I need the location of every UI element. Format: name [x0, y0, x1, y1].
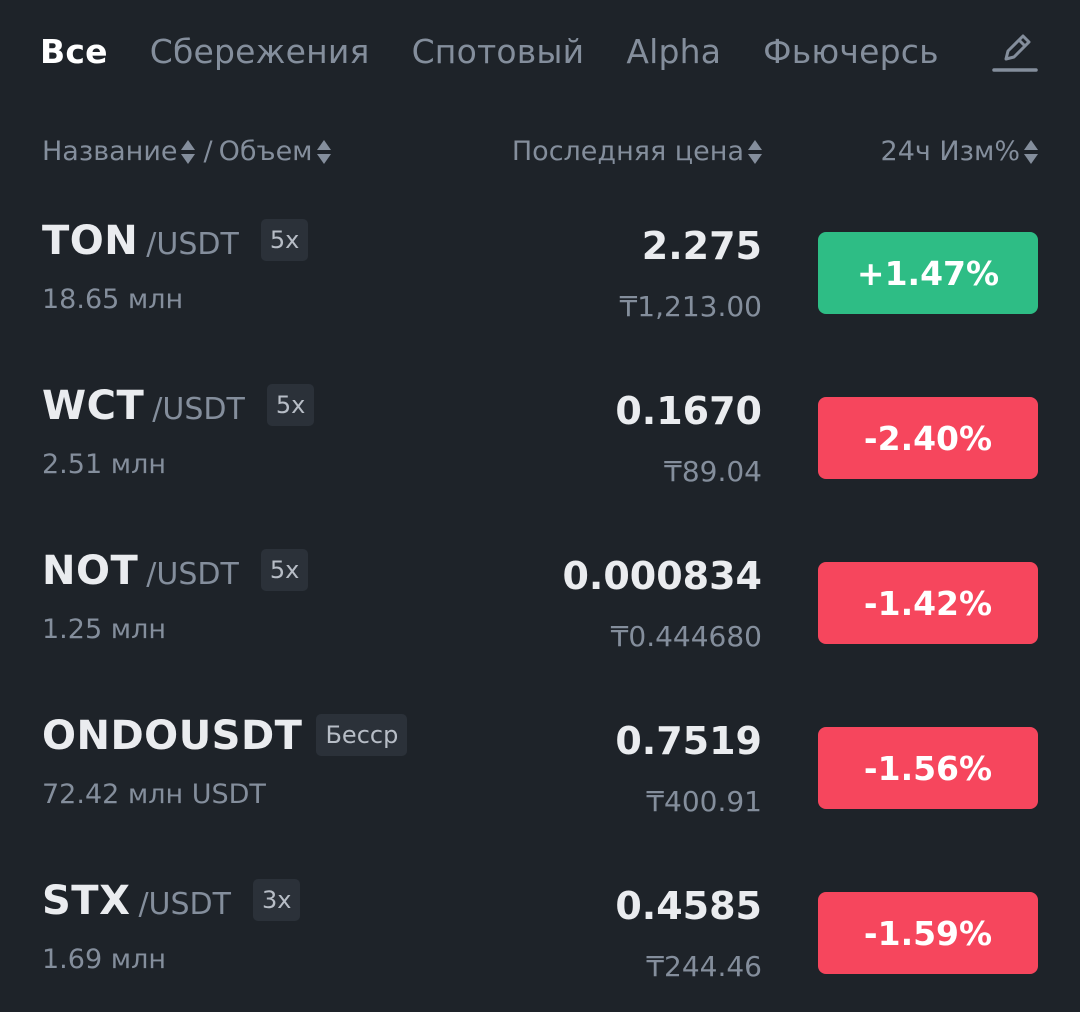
quote-asset: /USDT: [138, 887, 231, 922]
sort-arrows-icon[interactable]: [181, 139, 196, 165]
change-badge[interactable]: -1.42%: [818, 562, 1038, 644]
leverage-badge: 5x: [260, 549, 309, 591]
last-price: 2.275: [641, 224, 762, 268]
change-badge[interactable]: -1.59%: [818, 892, 1038, 974]
tab-spot[interactable]: Спотовый: [412, 32, 585, 71]
last-price: 0.1670: [615, 389, 762, 433]
last-price: 0.000834: [562, 554, 762, 598]
base-asset: WCT: [42, 383, 145, 429]
header-volume-label[interactable]: Объем: [219, 136, 313, 167]
list-header: Название / Объем Последняя цена 24ч Изм%: [42, 132, 1038, 176]
volume-value: 18.65 млн: [42, 284, 184, 315]
header-last-price-label[interactable]: Последняя цена: [512, 136, 744, 167]
market-row-ton[interactable]: TON /USDT 5x 18.65 млн 2.275 ₸1,213.00 +…: [42, 200, 1038, 350]
fiat-price: ₸1,213.00: [619, 290, 762, 323]
volume-value: 1.69 млн: [42, 944, 166, 975]
pair-symbol: STX /USDT 3x: [42, 878, 301, 927]
tab-all[interactable]: Все: [40, 32, 108, 71]
market-tabs: Все Сбережения Спотовый Alpha Фьючерсь: [40, 22, 1040, 80]
last-price: 0.4585: [615, 884, 762, 928]
fiat-price: ₸244.46: [646, 950, 762, 983]
perpetual-badge: Бесср: [316, 714, 408, 756]
pencil-edit-icon[interactable]: [990, 26, 1040, 76]
pair-symbol: ONDOUSDT Бесср: [42, 713, 408, 762]
base-asset: STX: [42, 878, 131, 924]
market-row-not[interactable]: NOT /USDT 5x 1.25 млн 0.000834 ₸0.444680…: [42, 530, 1038, 680]
change-badge[interactable]: -2.40%: [818, 397, 1038, 479]
tab-savings[interactable]: Сбережения: [150, 32, 370, 71]
fiat-price: ₸400.91: [646, 785, 762, 818]
header-separator: /: [203, 136, 213, 167]
base-asset: NOT: [42, 548, 139, 594]
quote-asset: /USDT: [146, 557, 239, 592]
market-row-stx[interactable]: STX /USDT 3x 1.69 млн 0.4585 ₸244.46 -1.…: [42, 860, 1038, 1010]
market-row-wct[interactable]: WCT /USDT 5x 2.51 млн 0.1670 ₸89.04 -2.4…: [42, 365, 1038, 515]
market-row-ondo[interactable]: ONDOUSDT Бесср 72.42 млн USDT 0.7519 ₸40…: [42, 695, 1038, 845]
volume-value: 72.42 млн USDT: [42, 779, 266, 810]
pair-symbol: NOT /USDT 5x: [42, 548, 309, 597]
base-asset: ONDOUSDT: [42, 713, 303, 759]
volume-value: 2.51 млн: [42, 449, 166, 480]
volume-value: 1.25 млн: [42, 614, 166, 645]
base-asset: TON: [42, 218, 139, 264]
last-price: 0.7519: [615, 719, 762, 763]
markets-screen: Все Сбережения Спотовый Alpha Фьючерсь Н…: [0, 0, 1080, 1012]
fiat-price: ₸89.04: [664, 455, 762, 488]
quote-asset: /USDT: [152, 392, 245, 427]
header-change-label[interactable]: 24ч Изм%: [881, 136, 1020, 167]
header-name-label[interactable]: Название: [42, 136, 177, 167]
sort-arrows-icon[interactable]: [316, 139, 331, 165]
leverage-badge: 3x: [252, 879, 301, 921]
header-last-price: Последняя цена: [512, 136, 762, 167]
leverage-badge: 5x: [266, 384, 315, 426]
sort-arrows-icon[interactable]: [1024, 139, 1038, 165]
header-name-volume: Название / Объем: [42, 136, 337, 167]
quote-asset: /USDT: [146, 227, 239, 262]
change-badge[interactable]: -1.56%: [818, 727, 1038, 809]
fiat-price: ₸0.444680: [610, 620, 762, 653]
header-change: 24ч Изм%: [881, 136, 1038, 167]
tab-futures[interactable]: Фьючерсь: [763, 32, 939, 71]
leverage-badge: 5x: [260, 219, 309, 261]
pair-symbol: TON /USDT 5x: [42, 218, 309, 267]
tab-alpha[interactable]: Alpha: [626, 32, 721, 71]
change-badge[interactable]: +1.47%: [818, 232, 1038, 314]
pair-symbol: WCT /USDT 5x: [42, 383, 315, 432]
sort-arrows-icon[interactable]: [748, 139, 762, 165]
